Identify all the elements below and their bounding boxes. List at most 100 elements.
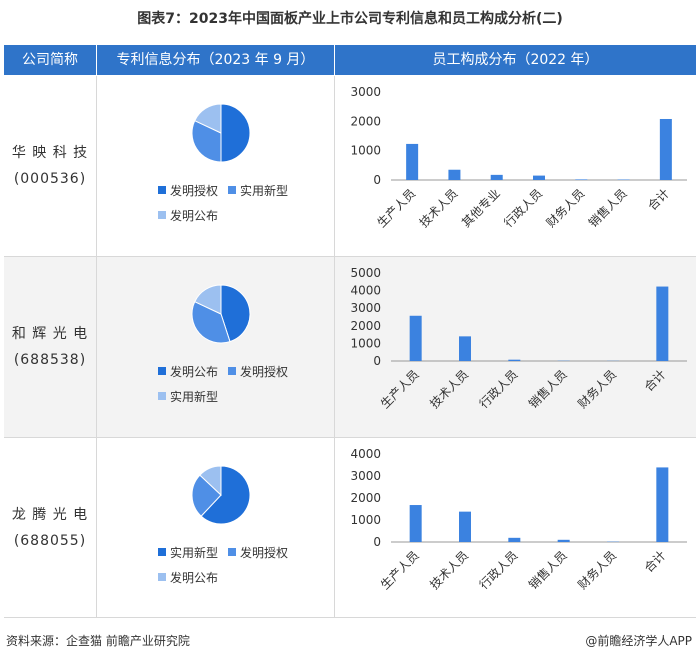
bar	[448, 169, 461, 180]
patent-pie-chart: 发明授权 实用新型发明公布	[158, 103, 288, 223]
legend-swatch	[158, 186, 166, 194]
staff-cell: 0 1000 2000 3000 4000 生产人员 技术人员 行政人员 销售人员 财务人员 合计	[335, 438, 696, 618]
patent-pie-chart: 实用新型 发明授权发明公布	[158, 465, 288, 585]
x-tick-label: 其他专业	[458, 186, 503, 231]
header-staff: 员工构成分布（2022 年）	[335, 45, 696, 75]
divider	[4, 617, 696, 618]
x-tick-label: 技术人员	[417, 186, 461, 230]
x-tick-label: 销售人员	[585, 186, 630, 231]
y-tick-label: 3000	[350, 301, 381, 315]
legend-swatch	[228, 186, 236, 194]
legend-label: 发明授权	[240, 364, 288, 379]
staff-cell: 0 1000 2000 3000 4000 5000 生产人员 技术人员 行政人员 销售人员 财务人…	[335, 257, 696, 437]
header-company: 公司简称	[4, 45, 96, 75]
bar	[409, 315, 422, 361]
x-tick-label: 销售人员	[525, 548, 570, 593]
data-table: 公司简称 专利信息分布（2023 年 9 月） 员工构成分布（2022 年） 华…	[4, 45, 696, 618]
figure-title: 图表7：2023年中国面板产业上市公司专利信息和员工构成分析(二)	[137, 11, 563, 27]
x-tick-label: 生产人员	[378, 367, 422, 411]
company-code: (688538)	[13, 352, 87, 368]
y-tick-label: 4000	[350, 447, 381, 461]
legend-swatch	[158, 573, 166, 581]
x-tick-label: 行政人员	[501, 186, 545, 230]
company-name: 和 辉 光 电	[11, 326, 89, 342]
bar	[656, 286, 669, 361]
company-code: (000536)	[13, 171, 87, 187]
header-patent: 专利信息分布（2023 年 9 月）	[97, 45, 334, 75]
y-tick-label: 3000	[350, 469, 381, 483]
x-tick-label: 生产人员	[378, 548, 422, 592]
y-tick-label: 2000	[350, 491, 381, 505]
legend-label: 发明公布	[170, 364, 218, 379]
legend-swatch	[158, 367, 166, 375]
company-name: 华 映 科 技	[11, 145, 89, 161]
patent-pie-chart: 发明公布 发明授权实用新型	[158, 284, 288, 404]
y-tick-label: 2000	[350, 319, 381, 333]
legend-label: 发明公布	[170, 570, 218, 585]
bar	[575, 179, 588, 180]
patent-cell: 实用新型 发明授权发明公布	[97, 438, 334, 618]
x-tick-label: 行政人员	[477, 367, 521, 411]
patent-cell: 发明授权 实用新型发明公布	[97, 76, 334, 256]
legend-swatch	[228, 548, 236, 556]
staff-cell: 0 1000 2000 3000 生产人员 技术人员 其他专业 行政人员 财务人员 销售人员 合计	[335, 76, 696, 256]
brand-note: @前瞻经济学人APP	[585, 634, 692, 648]
staff-bar-chart: 0 1000 2000 3000 4000 5000 生产人员 技术人员 行政人员 销售人员 财务人…	[350, 266, 687, 412]
x-tick-label: 财务人员	[575, 548, 620, 593]
bar	[459, 336, 471, 361]
x-tick-label: 合计	[641, 367, 669, 395]
legend-swatch	[158, 548, 166, 556]
bar	[406, 143, 419, 180]
y-tick-label: 1000	[350, 513, 381, 527]
y-tick-label: 4000	[350, 284, 381, 298]
x-tick-label: 财务人员	[575, 367, 620, 412]
y-tick-label: 0	[373, 535, 381, 549]
company-cell: 龙 腾 光 电 (688055)	[4, 438, 96, 618]
y-tick-label: 0	[373, 354, 381, 368]
legend-swatch	[228, 367, 236, 375]
legend-swatch	[158, 392, 166, 400]
bar	[508, 359, 521, 361]
y-tick-label: 3000	[350, 85, 381, 99]
bar	[508, 537, 521, 542]
table-row: 和 辉 光 电 (688538) 发明公布 发明授权实用新型 0 1000 2000 3…	[4, 257, 696, 437]
legend-label: 发明公布	[170, 208, 218, 223]
company-code: (688055)	[13, 533, 87, 549]
x-tick-label: 生产人员	[374, 186, 418, 230]
y-tick-label: 1000	[350, 336, 381, 350]
bar	[656, 467, 669, 542]
y-tick-label: 0	[373, 173, 381, 187]
x-tick-label: 合计	[644, 186, 672, 214]
y-tick-label: 5000	[350, 266, 381, 280]
bar	[533, 175, 545, 180]
company-cell: 华 映 科 技 (000536)	[4, 76, 96, 256]
legend-label: 实用新型	[240, 183, 288, 198]
bar	[459, 511, 471, 542]
legend-label: 发明授权	[170, 183, 218, 198]
patent-cell: 发明公布 发明授权实用新型	[97, 257, 334, 437]
bar	[557, 539, 570, 542]
y-tick-label: 2000	[350, 114, 381, 128]
table-row: 华 映 科 技 (000536) 发明授权 实用新型发明公布 0 1000 2000 3…	[4, 76, 696, 256]
x-tick-label: 技术人员	[427, 548, 471, 592]
bar	[409, 505, 422, 542]
legend-label: 实用新型	[170, 389, 218, 404]
staff-bar-chart: 0 1000 2000 3000 生产人员技术人员其他专业行政人员财务人员销售人员 合计	[350, 85, 687, 231]
bar	[490, 174, 503, 180]
staff-bar-chart: 0 1000 2000 3000 4000 生产人员 技术人员 行政人员 销售人员 财务人员 合计	[350, 447, 687, 593]
x-tick-label: 合计	[641, 548, 669, 576]
legend-label: 实用新型	[170, 545, 218, 560]
y-tick-label: 1000	[350, 144, 381, 158]
table-row: 龙 腾 光 电 (688055) 实用新型 发明授权发明公布 0 1000 2000 3…	[4, 438, 696, 618]
x-tick-label: 财务人员	[543, 186, 588, 231]
company-cell: 和 辉 光 电 (688538)	[4, 257, 96, 437]
source-note: 资料来源：企查猫 前瞻产业研究院	[6, 634, 190, 648]
x-tick-label: 行政人员	[477, 548, 521, 592]
legend-label: 发明授权	[240, 545, 288, 560]
pie-slice	[220, 103, 251, 163]
legend-swatch	[158, 211, 166, 219]
x-tick-label: 销售人员	[525, 367, 570, 412]
company-name: 龙 腾 光 电	[11, 507, 89, 523]
x-tick-label: 技术人员	[427, 367, 471, 411]
bar	[659, 118, 672, 180]
